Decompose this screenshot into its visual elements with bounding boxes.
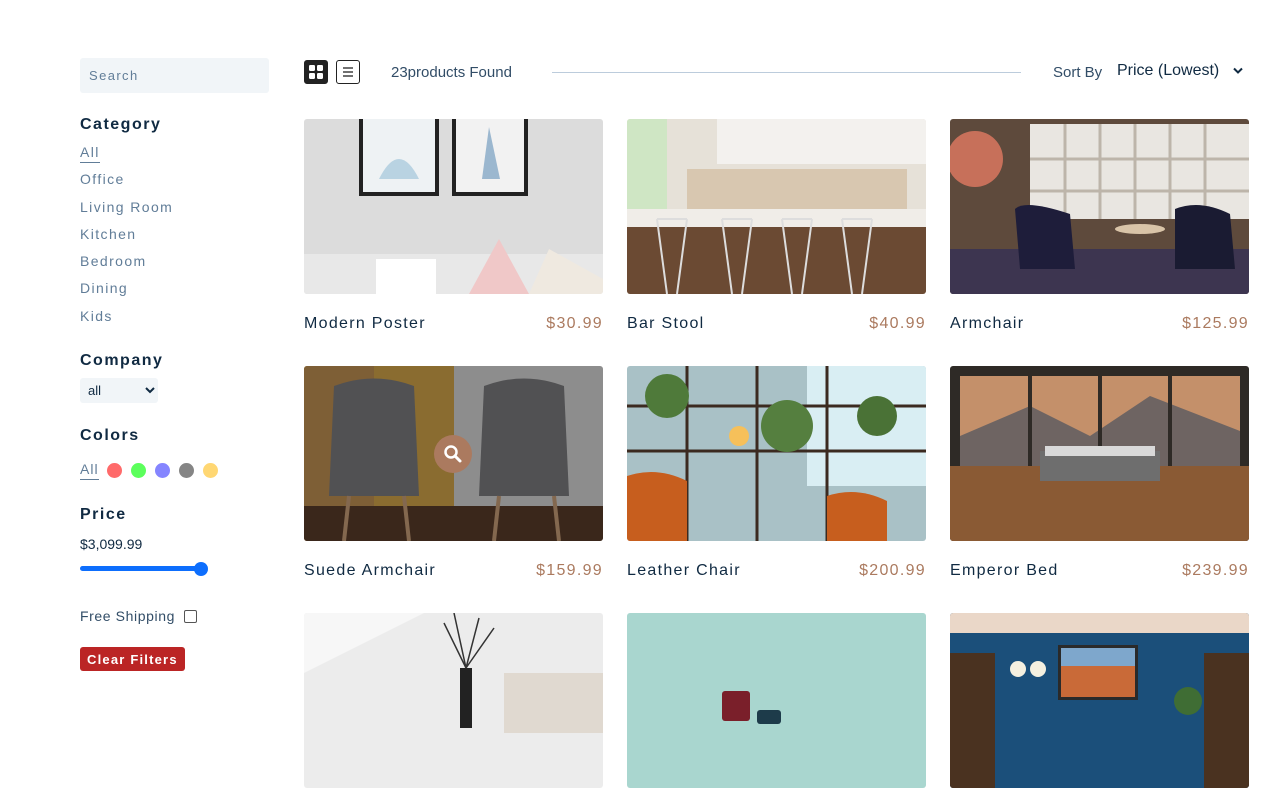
product-image[interactable] bbox=[627, 119, 926, 294]
sort-select[interactable]: Price (Lowest) bbox=[1117, 62, 1243, 80]
sort-label: Sort By bbox=[1053, 64, 1103, 81]
price-value: $3,099.99 bbox=[80, 536, 143, 552]
product-price: $40.99 bbox=[869, 315, 926, 332]
price-slider-track bbox=[80, 566, 206, 571]
color-options: All bbox=[80, 460, 227, 480]
grid-icon bbox=[309, 65, 323, 79]
category-kids[interactable]: Kids bbox=[80, 307, 173, 334]
product-image[interactable] bbox=[950, 613, 1249, 788]
view-product-button[interactable] bbox=[434, 435, 472, 473]
sort-selected-value: Price (Lowest) bbox=[1117, 62, 1220, 79]
product-card[interactable]: Emperor Bed $239.99 bbox=[950, 366, 1249, 579]
toolbar-divider bbox=[552, 72, 1021, 73]
list-icon bbox=[343, 67, 353, 77]
free-shipping-checkbox[interactable] bbox=[183, 609, 197, 623]
product-card[interactable]: Suede Armchair $159.99 bbox=[304, 366, 603, 579]
color-swatch-gray[interactable] bbox=[178, 462, 194, 478]
product-name: Bar Stool bbox=[627, 315, 705, 332]
search-input[interactable] bbox=[80, 58, 269, 93]
product-card[interactable]: Leather Chair $200.99 bbox=[627, 366, 926, 579]
product-price: $125.99 bbox=[1182, 315, 1249, 332]
company-title: Company bbox=[80, 352, 164, 369]
product-image[interactable] bbox=[950, 366, 1249, 541]
list-view-button[interactable] bbox=[336, 60, 360, 84]
category-living-room[interactable]: Living Room bbox=[80, 198, 173, 225]
product-image[interactable] bbox=[627, 366, 926, 541]
price-slider[interactable] bbox=[80, 562, 210, 576]
product-card[interactable] bbox=[304, 613, 603, 788]
category-office[interactable]: Office bbox=[80, 170, 173, 197]
product-image[interactable] bbox=[950, 119, 1249, 294]
product-card[interactable]: Modern Poster $30.99 bbox=[304, 119, 603, 332]
color-all[interactable]: All bbox=[80, 461, 99, 480]
product-price: $200.99 bbox=[859, 562, 926, 579]
product-name: Leather Chair bbox=[627, 562, 741, 579]
chevron-down-icon bbox=[1233, 67, 1243, 74]
category-dining[interactable]: Dining bbox=[80, 279, 173, 306]
color-swatch-green[interactable] bbox=[130, 462, 146, 478]
free-shipping-label: Free Shipping bbox=[80, 608, 175, 624]
product-price: $30.99 bbox=[546, 315, 603, 332]
price-slider-thumb[interactable] bbox=[194, 562, 208, 576]
filters-sidebar: Category All Office Living Room Kitchen … bbox=[80, 58, 280, 671]
grid-view-button[interactable] bbox=[304, 60, 328, 84]
product-name: Emperor Bed bbox=[950, 562, 1059, 579]
colors-title: Colors bbox=[80, 427, 140, 444]
company-select[interactable]: all bbox=[80, 378, 158, 403]
product-price: $239.99 bbox=[1182, 562, 1249, 579]
price-title: Price bbox=[80, 506, 127, 523]
search-icon bbox=[444, 445, 462, 463]
category-all[interactable]: All bbox=[80, 143, 173, 170]
color-swatch-yellow[interactable] bbox=[202, 462, 218, 478]
product-price: $159.99 bbox=[536, 562, 603, 579]
product-image[interactable] bbox=[304, 119, 603, 294]
product-card[interactable]: Armchair $125.99 bbox=[950, 119, 1249, 332]
product-name: Suede Armchair bbox=[304, 562, 437, 579]
category-title: Category bbox=[80, 116, 162, 133]
product-image[interactable] bbox=[304, 613, 603, 788]
category-kitchen[interactable]: Kitchen bbox=[80, 225, 173, 252]
color-swatch-red[interactable] bbox=[106, 462, 122, 478]
product-name: Armchair bbox=[950, 315, 1025, 332]
product-card[interactable]: Bar Stool $40.99 bbox=[627, 119, 926, 332]
product-card[interactable] bbox=[627, 613, 926, 788]
category-bedroom[interactable]: Bedroom bbox=[80, 252, 173, 279]
category-list: All Office Living Room Kitchen Bedroom D… bbox=[80, 143, 173, 334]
product-name: Modern Poster bbox=[304, 315, 426, 332]
clear-filters-button[interactable]: Clear Filters bbox=[80, 647, 185, 671]
color-swatch-blue[interactable] bbox=[154, 462, 170, 478]
products-count: 23products Found bbox=[391, 64, 512, 81]
product-image[interactable] bbox=[627, 613, 926, 788]
product-image[interactable] bbox=[304, 366, 603, 541]
product-card[interactable] bbox=[950, 613, 1249, 788]
free-shipping-row: Free Shipping bbox=[80, 608, 197, 624]
